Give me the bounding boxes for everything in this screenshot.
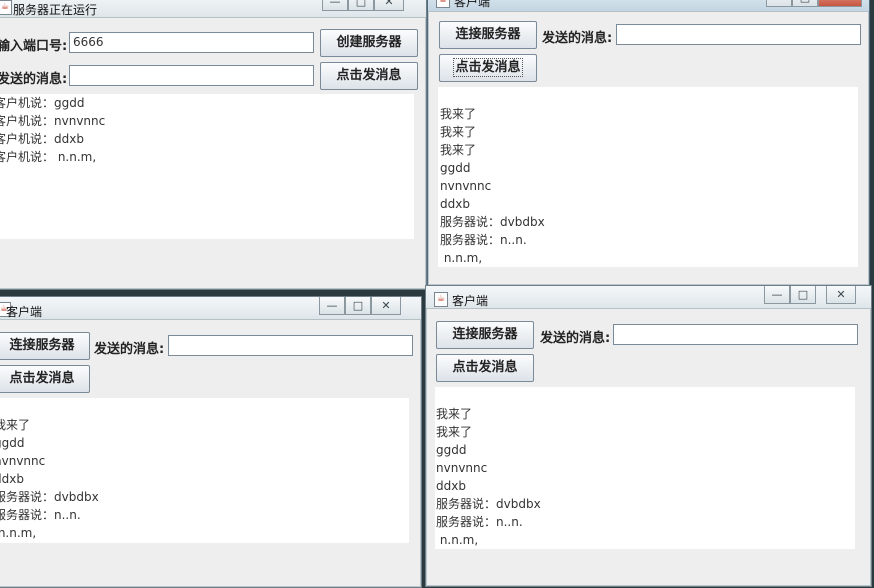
minimize-icon[interactable]: —: [319, 297, 345, 315]
client-message-area[interactable]: 我来了 ggdd nvnvnnc ddxb 服务器说：dvbdbx 服务器说：n…: [0, 398, 409, 543]
client-send-button[interactable]: 点击发消息: [439, 54, 537, 82]
server-message-input[interactable]: [69, 65, 314, 86]
list-item: ggdd: [436, 443, 467, 457]
list-item: 服务器说：n..n.: [440, 233, 527, 247]
server-titlebar[interactable]: ☕ 服务器正在运行 — □ ✕: [0, 0, 426, 18]
close-icon[interactable]: ✕: [826, 286, 856, 304]
client-send-label: 发送的消息:: [94, 342, 165, 357]
client-window-title: 客户端: [452, 294, 489, 308]
server-window-title: 服务器正在运行: [13, 3, 98, 17]
port-input[interactable]: 6666: [69, 32, 314, 53]
close-icon[interactable]: ✕: [374, 0, 404, 11]
list-item: n.n.m,: [440, 251, 483, 265]
list-item: 服务器说：dvbdbx: [0, 490, 99, 504]
list-item: 客户机说：nvnvnnc: [0, 114, 106, 128]
client-send-label: 发送的消息:: [542, 31, 613, 46]
list-item: 我来了: [440, 107, 477, 121]
list-item: nvnvnnc: [440, 179, 492, 193]
list-item: 客户机说： n.n.m,: [0, 150, 97, 164]
list-item: ddxb: [440, 197, 470, 211]
list-item: 服务器说：n..n.: [0, 508, 81, 522]
list-item: 我来了: [436, 407, 473, 421]
java-app-icon: ☕: [0, 0, 12, 15]
maximize-icon[interactable]: □: [790, 286, 816, 304]
client-message-input[interactable]: [613, 324, 858, 345]
minimize-icon[interactable]: —: [766, 0, 792, 7]
client-window-bottom-right: ☕ 客户端 — □ ✕ 连接服务器 发送的消息: 点击发消息 我来了 我来了 g…: [425, 285, 872, 587]
list-item: 客户机说：ggdd: [0, 96, 85, 110]
client-message-area[interactable]: 我来了 我来了 我来了 ggdd nvnvnnc ddxb 服务器说：dvbdb…: [438, 87, 858, 267]
list-item: 客户机说：ddxb: [0, 132, 84, 146]
close-icon[interactable]: ✕: [818, 0, 862, 7]
list-item: 我来了: [436, 425, 473, 439]
list-item: 服务器说：dvbdbx: [436, 497, 541, 511]
maximize-icon[interactable]: □: [792, 0, 818, 7]
minimize-icon[interactable]: —: [322, 0, 348, 11]
list-item: 服务器说：n..n.: [436, 515, 523, 529]
server-message-area[interactable]: 客户机说：ggdd 客户机说：nvnvnnc 客户机说：ddxb 客户机说： n…: [0, 94, 414, 239]
client-window-title: 客户端: [6, 305, 43, 319]
create-server-button[interactable]: 创建服务器: [320, 29, 418, 57]
connect-server-button[interactable]: 连接服务器: [0, 332, 90, 360]
port-label: 输入端口号:: [0, 39, 68, 54]
client-message-input[interactable]: [168, 335, 413, 356]
client-message-input[interactable]: [616, 24, 861, 45]
server-send-button[interactable]: 点击发消息: [320, 62, 418, 90]
list-item: nvnvnnc: [436, 461, 488, 475]
connect-server-button[interactable]: 连接服务器: [436, 321, 534, 349]
list-item: ddxb: [0, 472, 24, 486]
connect-server-button[interactable]: 连接服务器: [439, 21, 537, 49]
server-window: ☕ 服务器正在运行 — □ ✕ 输入端口号: 6666 创建服务器 发送的消息:…: [0, 0, 427, 290]
maximize-icon[interactable]: □: [345, 297, 371, 315]
client-window-bottom-left: ☕ 客户端 — □ ✕ 连接服务器 发送的消息: 点击发消息 我来了 ggdd …: [0, 296, 422, 588]
list-item: 我来了: [440, 125, 477, 139]
client-titlebar[interactable]: ☕ 客户端 — □ ✕: [428, 0, 869, 12]
list-item: ggdd: [0, 436, 25, 450]
client-send-button[interactable]: 点击发消息: [436, 354, 534, 382]
java-app-icon: ☕: [436, 0, 450, 8]
minimize-icon[interactable]: —: [764, 286, 790, 304]
java-app-icon: ☕: [434, 292, 448, 307]
client-send-label: 发送的消息:: [540, 331, 611, 346]
close-icon[interactable]: ✕: [371, 297, 401, 315]
list-item: ddxb: [436, 479, 466, 493]
list-item: 我来了: [440, 143, 477, 157]
server-send-label: 发送的消息:: [0, 72, 68, 87]
client-window-title: 客户端: [454, 0, 491, 9]
client-titlebar[interactable]: ☕ 客户端 — □ ✕: [426, 286, 871, 309]
list-item: 服务器说：dvbdbx: [440, 215, 545, 229]
list-item: n.n.m,: [0, 526, 37, 540]
client-message-area[interactable]: 我来了 我来了 ggdd nvnvnnc ddxb 服务器说：dvbdbx 服务…: [435, 387, 855, 549]
maximize-icon[interactable]: □: [348, 0, 374, 11]
client-send-button[interactable]: 点击发消息: [0, 365, 90, 393]
list-item: n.n.m,: [436, 533, 479, 547]
client-window-top-right: ☕ 客户端 — □ ✕ 连接服务器 发送的消息: 点击发消息 我来了 我来了 我…: [427, 0, 870, 286]
list-item: ggdd: [440, 161, 471, 175]
list-item: 我来了: [0, 418, 31, 432]
list-item: nvnvnnc: [0, 454, 46, 468]
client-titlebar[interactable]: ☕ 客户端 — □ ✕: [0, 297, 421, 320]
